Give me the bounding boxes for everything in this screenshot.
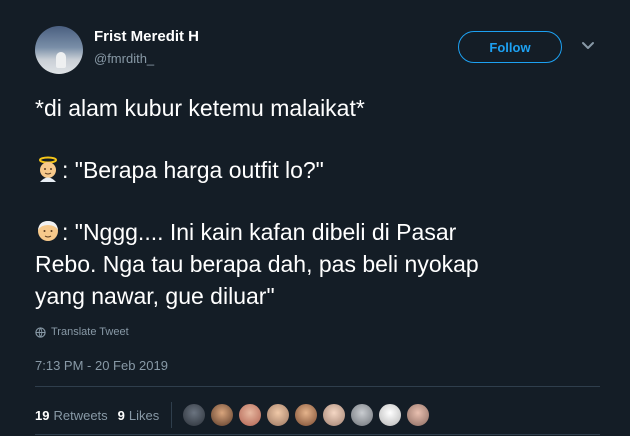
tweet-line-4: Rebo. Nga tau berapa dah, pas beli nyoka… [35, 251, 479, 277]
timestamp[interactable]: 7:13 PM - 20 Feb 2019 [35, 358, 168, 373]
tweet-line-3-text: : "Nggg.... Ini kain kafan dibeli di Pas… [62, 219, 457, 245]
liker-avatar[interactable] [182, 403, 207, 427]
globe-icon [35, 326, 46, 338]
likes-label: Likes [128, 407, 160, 423]
liker-avatar[interactable] [238, 403, 263, 427]
tweet-line-3: : "Nggg.... Ini kain kafan dibeli di Pas… [35, 216, 605, 248]
avatar-figure [56, 52, 66, 68]
translate-label[interactable]: Translate Tweet [51, 326, 129, 338]
liker-avatar[interactable] [294, 403, 319, 427]
user-name[interactable]: Frist Meredit H [94, 28, 199, 45]
angel-emoji [39, 156, 57, 182]
user-handle[interactable]: @fmrdith_ [94, 51, 154, 66]
tweet-line-2: : "Berapa harga outfit lo?" [35, 154, 605, 186]
liker-avatars [182, 403, 434, 427]
liker-avatar[interactable] [406, 403, 431, 427]
tweet-line-1: *di alam kubur ketemu malaikat* [35, 95, 365, 121]
translate-tweet-link[interactable]: Translate Tweet [35, 326, 129, 338]
likes-count: 9 [117, 407, 125, 423]
liker-avatar[interactable] [350, 403, 375, 427]
stats-separator [171, 402, 173, 428]
likes-stat[interactable]: 9 Likes [118, 408, 160, 423]
tweet-stats: 19 Retweets 9 Likes [35, 402, 434, 428]
divider-bottom [35, 434, 600, 435]
follow-button[interactable]: Follow [458, 31, 562, 63]
liker-avatar[interactable] [322, 403, 347, 427]
liker-avatar[interactable] [266, 403, 291, 427]
liker-avatar[interactable] [210, 403, 235, 427]
tweet-line-2-text: : "Berapa harga outfit lo?" [62, 157, 324, 183]
old-man-emoji [38, 221, 58, 241]
tweet-text: *di alam kubur ketemu malaikat* : "Berap… [35, 92, 605, 312]
avatar[interactable] [35, 26, 83, 74]
tweet-line-5: yang nawar, gue diluar" [35, 283, 275, 309]
retweets-label: Retweets [53, 407, 108, 423]
tweet-card: Frist Meredit H @fmrdith_ Follow *di ala… [0, 0, 630, 436]
chevron-down-icon[interactable] [581, 41, 595, 51]
liker-avatar[interactable] [378, 403, 403, 427]
divider-top [35, 386, 600, 387]
retweets-count: 19 [35, 407, 50, 423]
retweets-stat[interactable]: 19 Retweets [35, 408, 108, 423]
